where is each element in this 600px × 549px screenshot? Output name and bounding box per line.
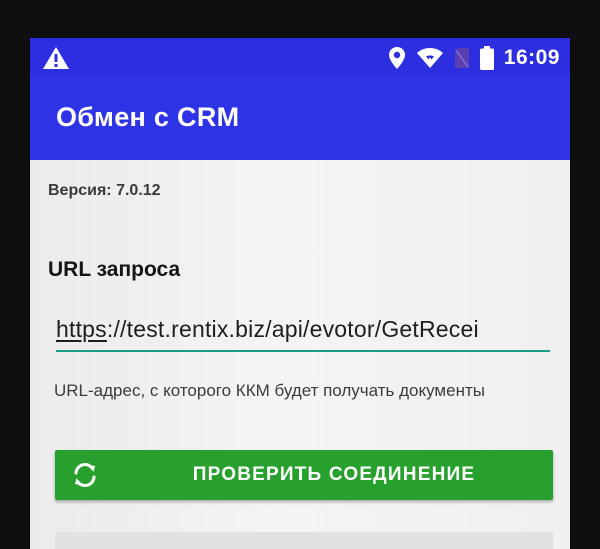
status-icons: 16:09 [388,44,560,72]
app-title: Обмен с CRM [56,102,240,132]
url-scheme: https [56,316,107,342]
url-rest: ://test.rentix.biz/api/evotor/GetRecei [106,316,479,342]
app-bar: Обмен с CRM [30,76,570,160]
wifi-icon [416,48,443,68]
url-input-value: https://test.rentix.biz/api/evotor/GetRe… [56,316,479,342]
check-connection-label: ПРОВЕРИТЬ СОЕДИНЕНИЕ [192,464,476,485]
status-time: 16:09 [503,46,560,69]
refresh-icon [74,462,96,488]
status-bar: 16:09 [30,38,570,76]
device-frame: 16:09 Обмен с CRM Версия: 7.0.12 URL зап… [0,0,600,549]
location-icon [388,47,405,69]
url-field-label: URL запроса [48,258,181,281]
no-sim-icon [454,48,469,68]
check-connection-button[interactable]: ПРОВЕРИТЬ СОЕДИНЕНИЕ [55,450,553,500]
version-label: Версия: 7.0.12 [48,182,161,199]
warning-icon [43,47,69,69]
url-input[interactable]: https://test.rentix.biz/api/evotor/GetRe… [56,312,550,352]
next-section-edge [55,532,553,549]
battery-icon [479,46,494,70]
url-hint: URL-адрес, с которого ККМ будет получать… [54,381,485,400]
settings-content: Версия: 7.0.12 URL запроса https://test.… [30,160,570,549]
screen: 16:09 Обмен с CRM Версия: 7.0.12 URL зап… [30,38,570,549]
